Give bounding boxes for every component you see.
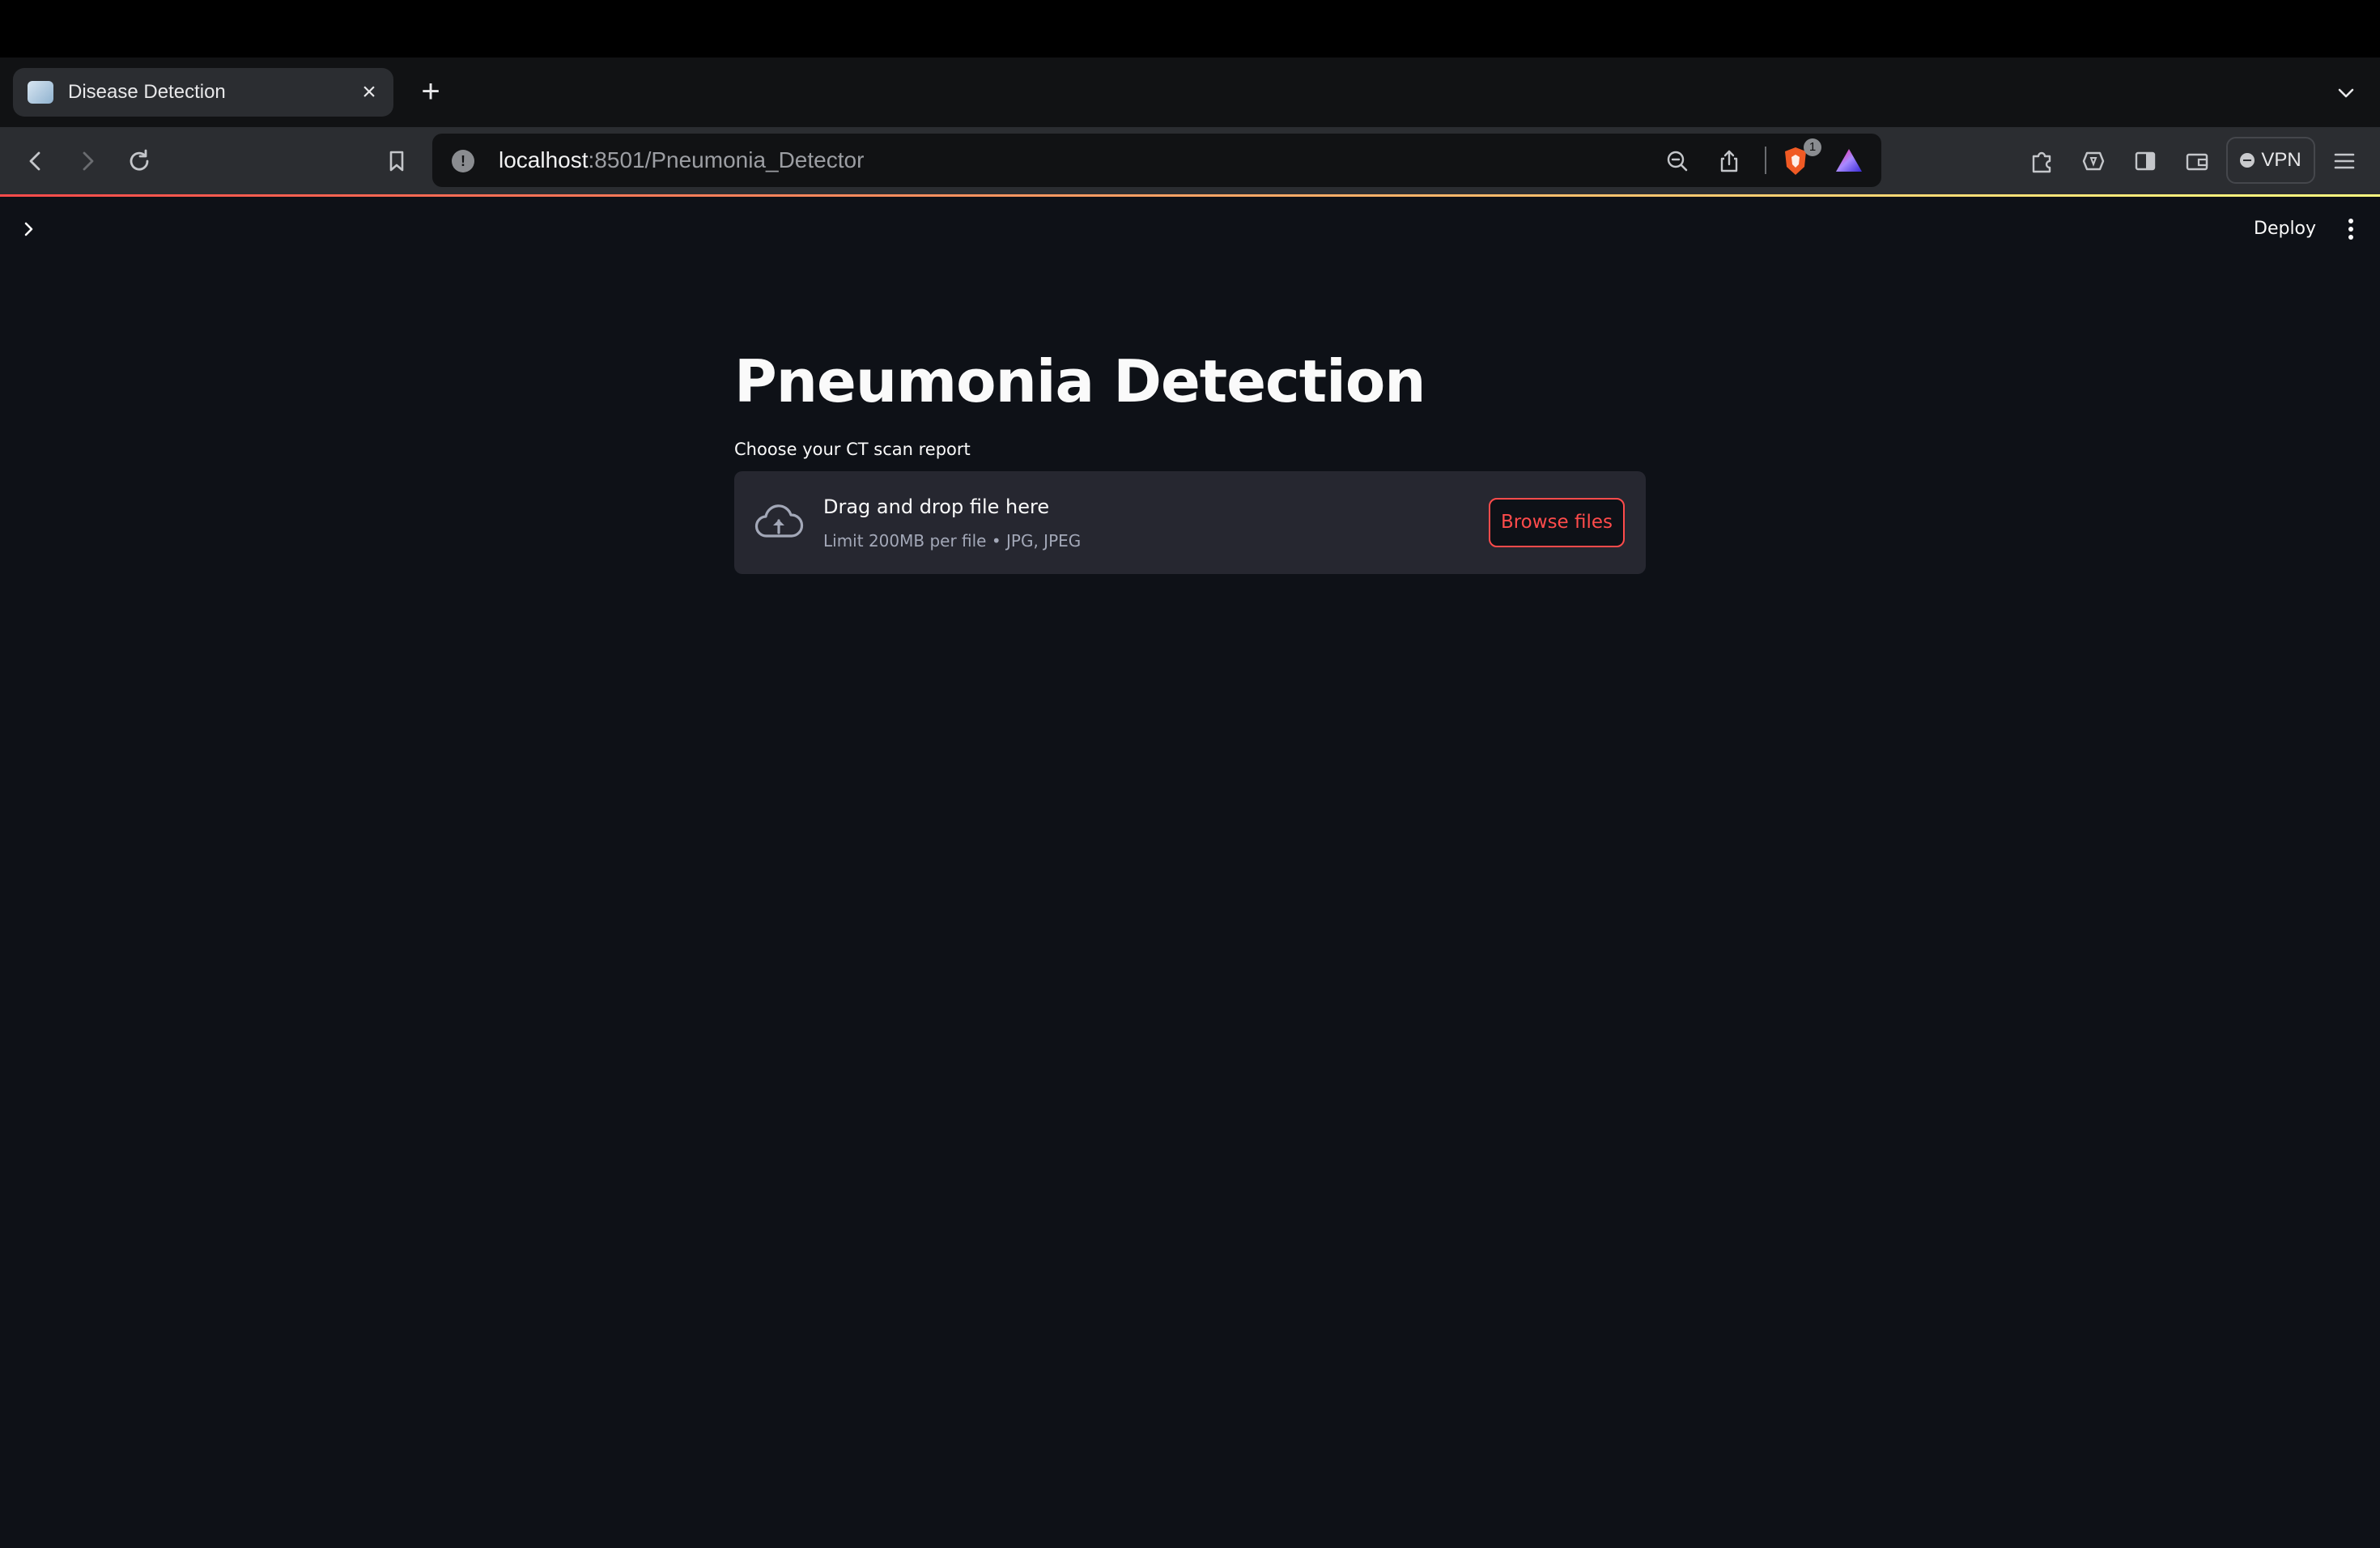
file-dropzone[interactable]: Drag and drop file here Limit 200MB per … — [734, 471, 1646, 574]
bookmark-icon[interactable] — [379, 143, 414, 179]
shield-count-badge: 1 — [1804, 138, 1821, 156]
wallet-icon[interactable] — [2181, 145, 2213, 177]
app-main: Deploy Pneumonia Detection Choose your C… — [0, 197, 2380, 1548]
vpn-label: VPN — [2261, 149, 2301, 171]
zoom-out-icon[interactable] — [1664, 148, 1690, 174]
close-tab-icon[interactable]: × — [356, 79, 382, 105]
brave-rewards-icon[interactable] — [1834, 147, 1864, 174]
sidebar-icon[interactable] — [2129, 145, 2161, 177]
tab-list-chevron-down-icon[interactable] — [2333, 80, 2359, 106]
extensions-icon[interactable] — [2025, 145, 2058, 177]
new-tab-button[interactable]: + — [416, 75, 445, 108]
menu-icon[interactable] — [2328, 145, 2361, 177]
favicon-icon — [28, 81, 53, 104]
vpn-status-icon — [2240, 153, 2255, 168]
page-title: Pneumonia Detection — [734, 347, 1426, 415]
forward-icon[interactable] — [70, 143, 105, 179]
cloud-upload-icon — [754, 499, 804, 547]
url-host: localhost — [499, 147, 589, 172]
back-icon[interactable] — [18, 143, 53, 179]
vpn-button[interactable]: VPN — [2226, 137, 2315, 184]
address-bar-divider — [1765, 147, 1766, 174]
deploy-button[interactable]: Deploy — [2244, 213, 2326, 245]
top-strip — [0, 0, 2380, 57]
site-info-icon[interactable]: ! — [452, 150, 474, 172]
tab-disease-detection[interactable]: Disease Detection × — [13, 68, 393, 117]
address-bar[interactable]: ! localhost:8501/Pneumonia_Detector 1 — [432, 134, 1881, 187]
chevron-right-icon[interactable] — [16, 216, 42, 242]
dropzone-title: Drag and drop file here — [823, 495, 1050, 518]
url-text: localhost:8501/Pneumonia_Detector — [499, 147, 864, 173]
browser-toolbar: ! localhost:8501/Pneumonia_Detector 1 VP… — [0, 127, 2380, 194]
leo-ai-icon[interactable] — [2077, 145, 2110, 177]
browse-files-button[interactable]: Browse files — [1489, 498, 1625, 547]
uploader-label: Choose your CT scan report — [734, 440, 971, 459]
dropzone-limit-text: Limit 200MB per file • JPG, JPEG — [823, 531, 1082, 551]
reload-icon[interactable] — [121, 143, 157, 179]
more-vertical-icon[interactable] — [2338, 215, 2364, 244]
url-path: :8501/Pneumonia_Detector — [588, 147, 865, 172]
tab-title: Disease Detection — [68, 81, 226, 103]
tab-strip: Disease Detection × + — [0, 57, 2380, 127]
share-icon[interactable] — [1716, 148, 1742, 174]
